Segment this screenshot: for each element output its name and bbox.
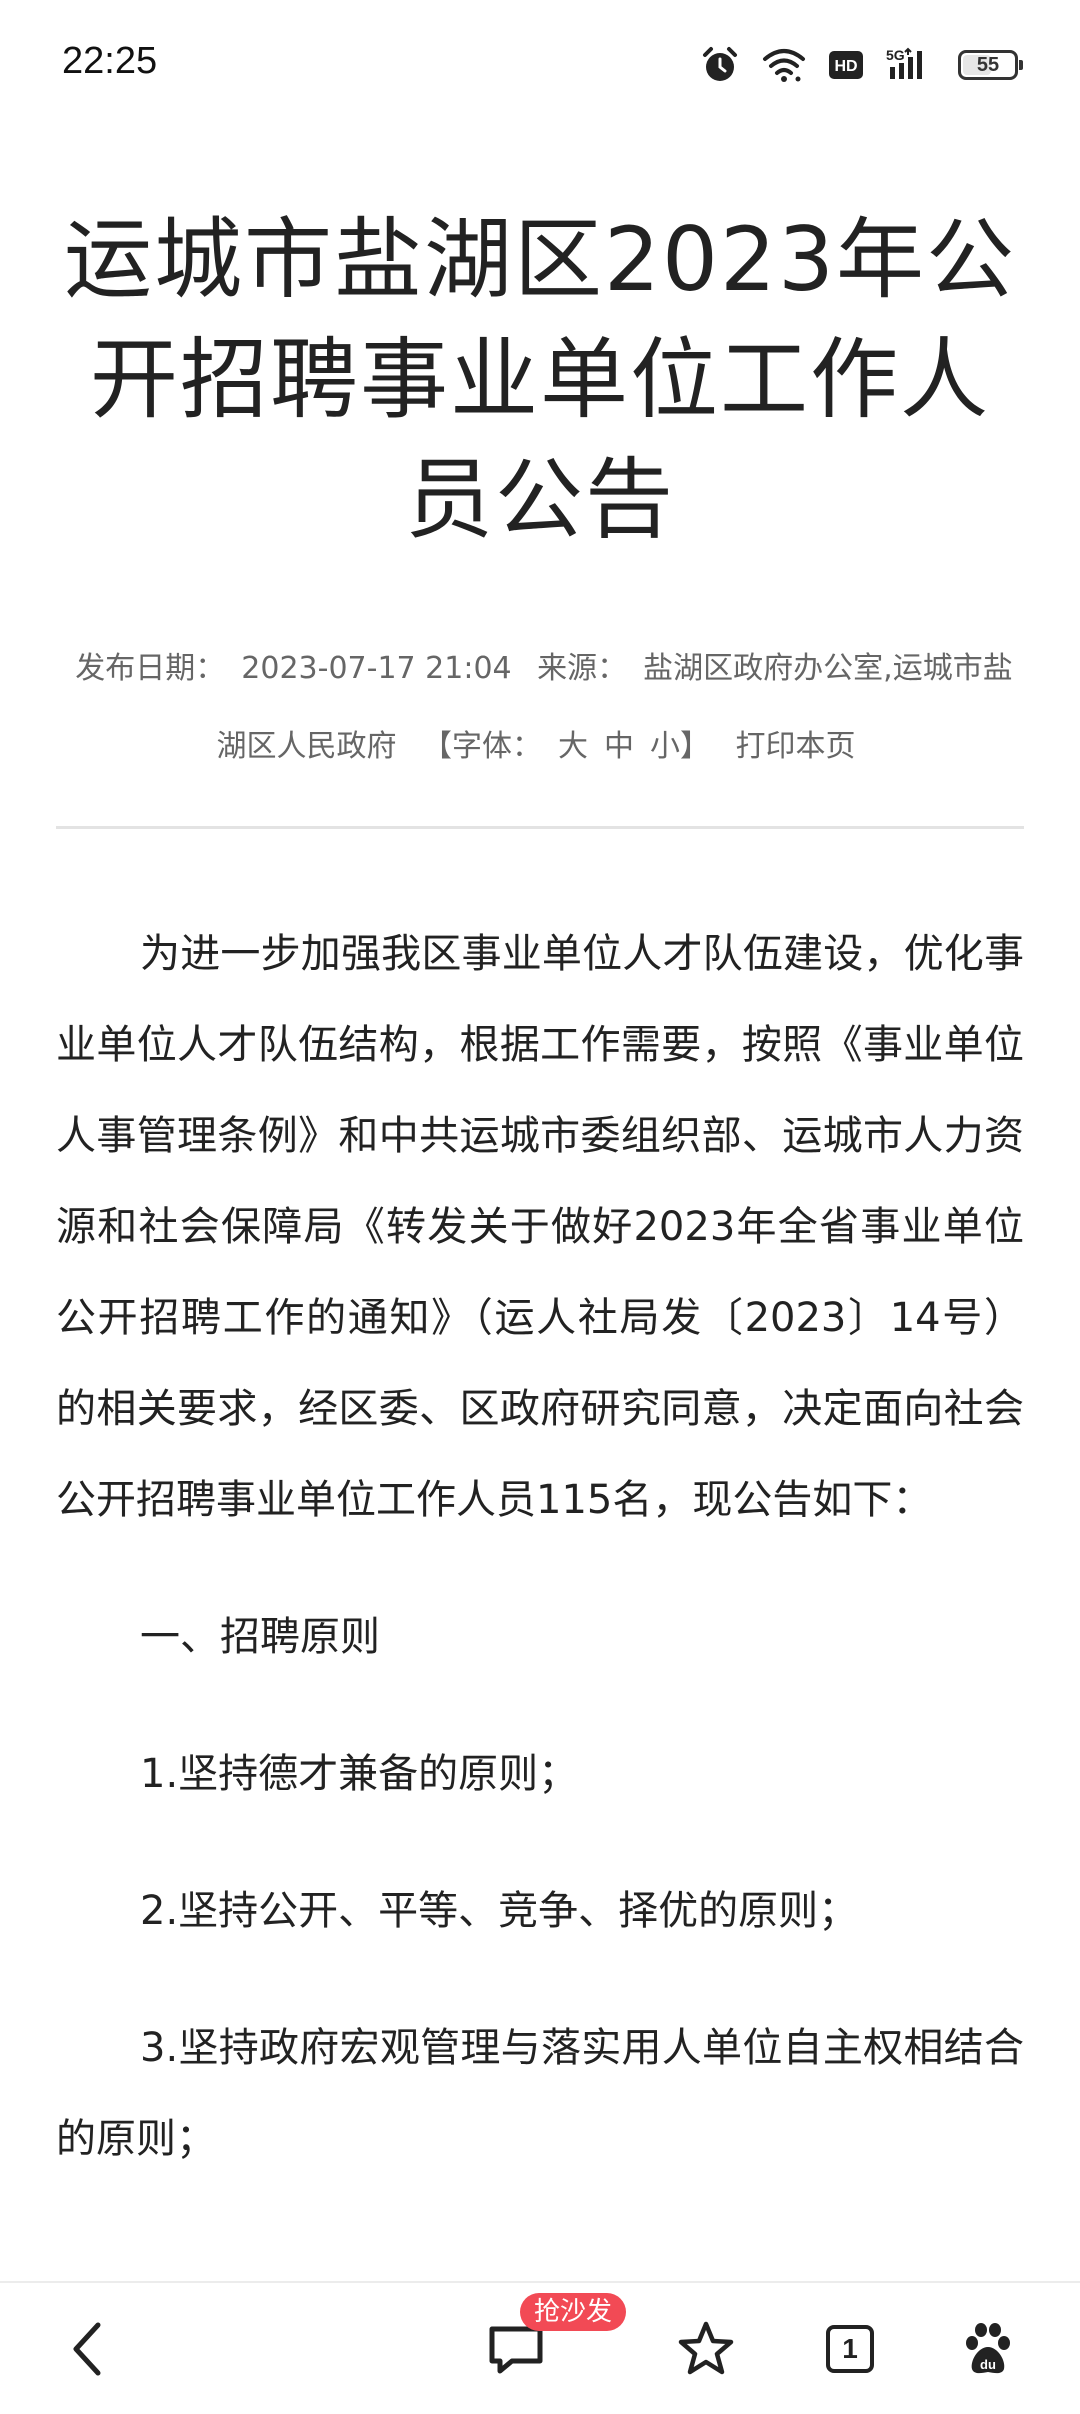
bottom-nav-bar: 抢沙发 1 du <box>0 2281 1080 2414</box>
favorite-button[interactable] <box>646 2283 766 2414</box>
back-icon <box>73 2322 101 2375</box>
publish-date: 2023-07-17 21:04 <box>241 651 512 686</box>
article: 运城市盐湖区2023年公开招聘事业单位工作人员公告 发布日期： 2023-07-1… <box>56 200 1024 2231</box>
divider <box>56 826 1024 829</box>
status-icons: HD 5G 55 <box>700 40 1023 90</box>
article-title: 运城市盐湖区2023年公开招聘事业单位工作人员公告 <box>64 208 1016 551</box>
print-link[interactable]: 打印本页 <box>736 729 856 764</box>
principle-item: 3.坚持政府宏观管理与落实用人单位自主权相结合的原则； <box>56 2025 1024 2162</box>
article-meta: 发布日期： 2023-07-17 21:04 来源： 盐湖区政府办公室,运城市盐湖区… <box>56 630 1024 786</box>
baidu-paw-icon: du <box>966 2322 1010 2373</box>
intro-paragraph: 为进一步加强我区事业单位人才队伍建设，优化事业单位人才队伍结构，根据工作需要，按… <box>56 931 1024 1523</box>
font-size-label: 【字体： <box>422 729 542 764</box>
status-time: 22:25 <box>62 40 158 82</box>
svg-text:5G: 5G <box>886 47 905 63</box>
publish-date-label: 发布日期： <box>75 651 226 686</box>
font-medium-link[interactable]: 中 <box>604 729 634 764</box>
tabs-button[interactable]: 1 <box>790 2283 910 2414</box>
battery-icon: 55 <box>958 50 1023 80</box>
principle-item: 2.坚持公开、平等、竞争、择优的原则； <box>140 1888 859 1934</box>
back-button[interactable] <box>28 2283 148 2414</box>
battery-level: 55 <box>976 54 1000 76</box>
svg-text:du: du <box>980 2357 996 2372</box>
wifi-icon <box>763 49 805 82</box>
font-small-link[interactable]: 小】 <box>650 729 710 764</box>
tab-count: 1 <box>842 2332 858 2364</box>
hd-icon: HD <box>829 51 863 79</box>
star-icon <box>678 2321 734 2374</box>
tabs-icon: 1 <box>826 2324 874 2373</box>
source-label: 来源： <box>537 651 628 686</box>
baidu-button[interactable]: du <box>928 2283 1048 2414</box>
principle-item: 1.坚持德才兼备的原则； <box>140 1751 579 1797</box>
status-bar: 22:25 HD 5G 55 <box>0 0 1080 130</box>
section-heading: 一、招聘原则 <box>140 1614 380 1660</box>
font-large-link[interactable]: 大 <box>558 729 588 764</box>
svg-text:HD: HD <box>834 58 857 75</box>
comment-badge: 抢沙发 <box>520 2293 627 2331</box>
article-content: 为进一步加强我区事业单位人才队伍建设，优化事业单位人才队伍结构，根据工作需要，按… <box>56 909 1024 2185</box>
5g-signal-icon: 5G <box>886 47 922 79</box>
alarm-icon <box>703 47 737 81</box>
